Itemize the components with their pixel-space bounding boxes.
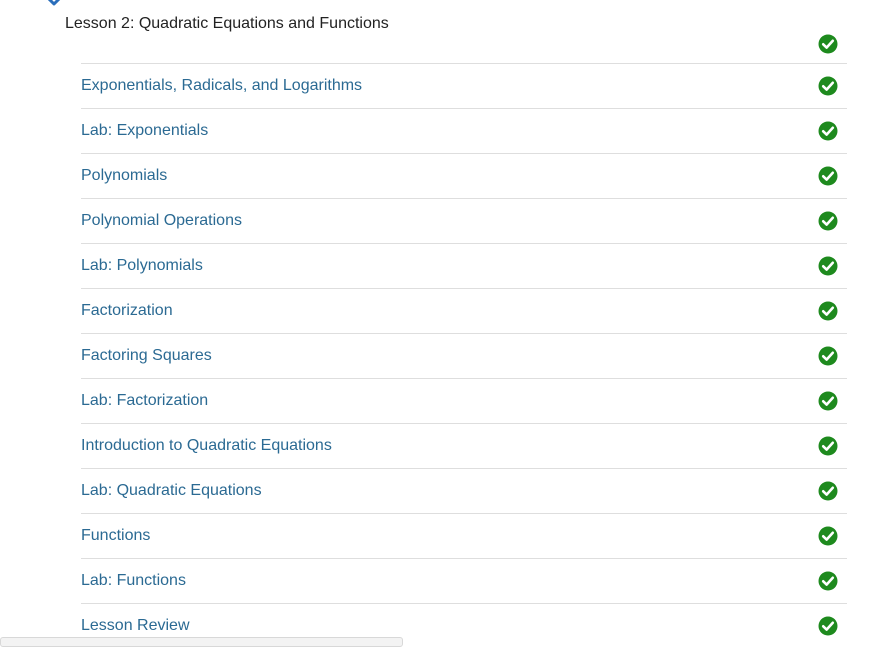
lesson-item-link[interactable]: Introduction to Quadratic Equations (81, 437, 332, 455)
list-item[interactable]: Factorization (81, 288, 847, 333)
check-circle-icon (818, 301, 838, 321)
check-circle-icon (818, 346, 838, 366)
check-circle-icon (818, 571, 838, 591)
check-circle-icon (818, 256, 838, 276)
check-circle-icon (818, 166, 838, 186)
list-item[interactable]: Polynomials (81, 153, 847, 198)
lesson-item-link[interactable]: Exponentials, Radicals, and Logarithms (81, 77, 362, 95)
chevron-down-icon[interactable] (44, 0, 64, 8)
list-item[interactable]: Lab: Exponentials (81, 108, 847, 153)
check-circle-icon (818, 526, 838, 546)
lesson-item-link[interactable]: Functions (81, 527, 150, 545)
lesson-item-link[interactable]: Lab: Exponentials (81, 122, 208, 140)
lesson-item-link[interactable]: Lab: Quadratic Equations (81, 482, 262, 500)
lesson-title: Lesson 2: Quadratic Equations and Functi… (65, 15, 389, 32)
lesson-item-link[interactable]: Polynomials (81, 167, 167, 185)
list-item[interactable]: Lab: Functions (81, 558, 847, 603)
list-item[interactable]: Exponentials, Radicals, and Logarithms (81, 63, 847, 108)
list-item[interactable]: Lab: Factorization (81, 378, 847, 423)
check-circle-icon (818, 436, 838, 456)
check-circle-icon (818, 391, 838, 411)
lesson-item-link[interactable]: Polynomial Operations (81, 212, 242, 230)
lesson-item-link[interactable]: Lab: Polynomials (81, 257, 203, 275)
lesson-item-list: Exponentials, Radicals, and Logarithms L… (81, 63, 847, 648)
check-circle-icon (818, 211, 838, 231)
lesson-item-link[interactable]: Factoring Squares (81, 347, 212, 365)
lesson-item-link[interactable]: Factorization (81, 302, 173, 320)
check-circle-icon (818, 121, 838, 141)
lesson-item-link[interactable]: Lab: Factorization (81, 392, 208, 410)
list-item[interactable]: Polynomial Operations (81, 198, 847, 243)
list-item[interactable]: Factoring Squares (81, 333, 847, 378)
list-item[interactable]: Functions (81, 513, 847, 558)
list-item[interactable]: Lab: Polynomials (81, 243, 847, 288)
check-circle-icon (818, 34, 838, 54)
list-item[interactable]: Lab: Quadratic Equations (81, 468, 847, 513)
check-circle-icon (818, 481, 838, 501)
lesson-item-link[interactable]: Lab: Functions (81, 572, 186, 590)
check-circle-icon (818, 76, 838, 96)
check-circle-icon (818, 616, 838, 636)
lesson-item-link[interactable]: Lesson Review (81, 617, 190, 635)
horizontal-scrollbar[interactable] (0, 637, 403, 647)
list-item[interactable]: Introduction to Quadratic Equations (81, 423, 847, 468)
